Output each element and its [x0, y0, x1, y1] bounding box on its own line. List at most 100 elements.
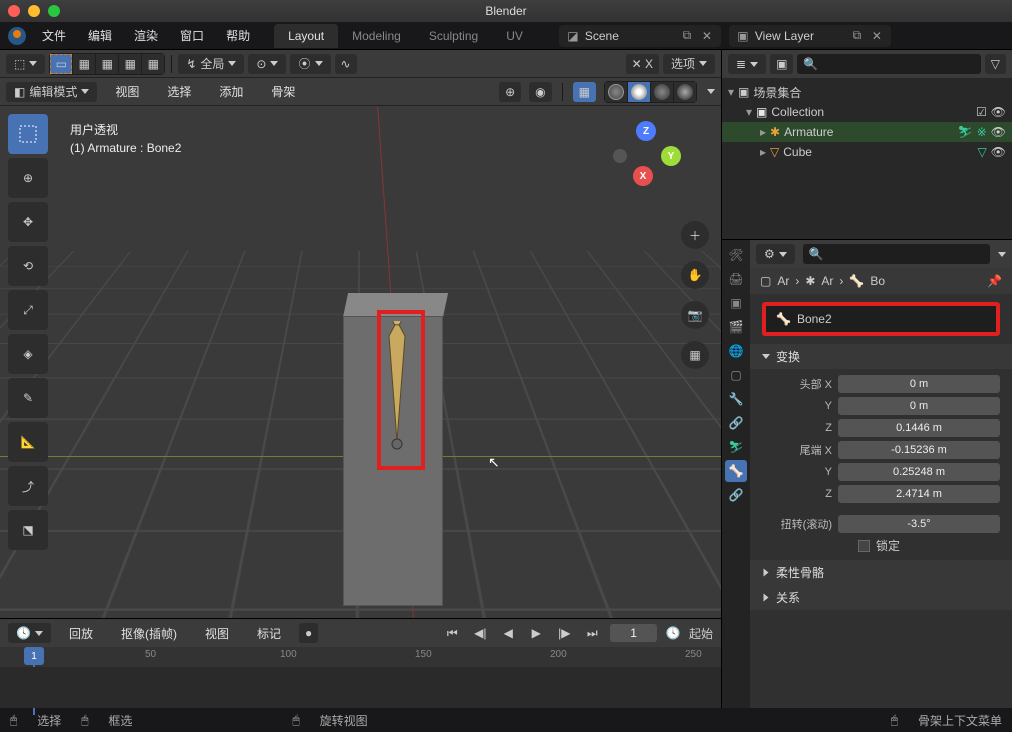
select-add-icon[interactable]: ▦ [73, 54, 95, 74]
tab-constraint-icon[interactable]: 🔗 [725, 412, 747, 434]
minimize-window-button[interactable] [28, 5, 40, 17]
measure-tool[interactable]: 📐 [8, 422, 48, 462]
clock-icon[interactable]: 🕓 [665, 625, 681, 641]
play-reverse-icon[interactable]: ◀ [498, 623, 518, 643]
keying-menu[interactable]: 抠像(插帧) [111, 621, 187, 646]
relations-panel-header[interactable]: 关系 [750, 585, 1012, 610]
viewlayer-selector[interactable]: ▣ ⧉ ✕ [729, 25, 891, 47]
lock-checkbox[interactable] [858, 540, 870, 552]
props-search[interactable]: 🔍 [803, 244, 990, 264]
tree-scene-collection[interactable]: ▾▣ 场景集合 [722, 82, 1012, 102]
cursor-tool[interactable]: ⊕ [8, 158, 48, 198]
pin-icon[interactable]: 📌 [987, 274, 1002, 288]
new-layer-icon[interactable]: ⧉ [849, 28, 865, 44]
tab-output-icon[interactable]: 🖨 [725, 268, 747, 290]
cursor-tool-icon[interactable]: ▭ [50, 54, 72, 74]
solid-shading-icon[interactable] [628, 82, 650, 102]
tl-view-menu[interactable]: 视图 [195, 621, 239, 646]
workspace-layout[interactable]: Layout [274, 24, 338, 48]
tab-viewlayer-icon[interactable]: ▣ [725, 292, 747, 314]
head-y-input[interactable]: 0 m [838, 397, 1000, 415]
close-window-button[interactable] [8, 5, 20, 17]
select-mode-buttons[interactable]: ▭ ▦ ▦ ▦ ▦ [49, 53, 165, 75]
add-menu[interactable]: 添加 [209, 79, 253, 104]
roll-input[interactable]: -3.5° [838, 515, 1000, 533]
jump-end-icon[interactable]: ⏭ [582, 623, 602, 643]
workspace-uv[interactable]: UV [492, 24, 537, 48]
armature-menu[interactable]: 骨架 [261, 79, 305, 104]
auto-key-toggle[interactable]: ● [299, 623, 318, 643]
props-options-icon[interactable] [998, 252, 1006, 257]
zoom-window-button[interactable] [48, 5, 60, 17]
shading-modes[interactable] [604, 81, 697, 103]
outliner-filter-icon[interactable]: ▽ [985, 54, 1006, 74]
play-icon[interactable]: ▶ [526, 623, 546, 643]
bendy-panel-header[interactable]: 柔性骨骼 [750, 560, 1012, 585]
playback-menu[interactable]: 回放 [59, 621, 103, 646]
armature-data-icon[interactable]: ※ [977, 125, 987, 139]
props-type-dropdown[interactable]: ⚙ [756, 244, 795, 264]
extrude-tool[interactable]: ⤴ [8, 466, 48, 506]
select-menu[interactable]: 选择 [157, 79, 201, 104]
head-z-input[interactable]: 0.1446 m [838, 419, 1000, 437]
timeline-ruler[interactable]: 1 50 100 150 200 250 [0, 647, 721, 667]
wireframe-shading-icon[interactable] [605, 82, 627, 102]
xray-toggle[interactable]: ▦ [573, 82, 596, 102]
tail-z-input[interactable]: 2.4714 m [838, 485, 1000, 503]
select-box-tool[interactable] [8, 114, 48, 154]
pivot-dropdown[interactable]: ⊙ [248, 54, 286, 74]
zoom-icon[interactable]: ＋ [681, 221, 709, 249]
prev-key-icon[interactable]: ◀| [470, 623, 490, 643]
tab-bone-icon[interactable]: 🦴 [725, 460, 747, 482]
eye-icon[interactable]: 👁 [991, 125, 1006, 139]
outliner-type-dropdown[interactable]: ≣ [728, 54, 766, 74]
view-menu[interactable]: 视图 [105, 79, 149, 104]
pan-icon[interactable]: ✋ [681, 261, 709, 289]
tree-cube[interactable]: ▸ ▽ Cube ▽ 👁 [722, 142, 1012, 162]
orientation-dropdown[interactable]: ↯全局 [178, 54, 244, 74]
tail-y-input[interactable]: 0.25248 m [838, 463, 1000, 481]
gizmo-neg-icon[interactable] [613, 149, 627, 163]
shading-dropdown-icon[interactable] [707, 89, 715, 94]
mesh-data-icon[interactable]: ▽ [978, 145, 987, 159]
move-tool[interactable]: ✥ [8, 202, 48, 242]
delete-scene-icon[interactable]: ✕ [699, 28, 715, 44]
delete-layer-icon[interactable]: ✕ [869, 28, 885, 44]
workspace-modeling[interactable]: Modeling [338, 24, 415, 48]
perspective-icon[interactable]: ▦ [681, 341, 709, 369]
outliner-display-dropdown[interactable]: ▣ [770, 54, 793, 74]
outliner-tree[interactable]: ▾▣ 场景集合 ▾ ▣ Collection ☑ 👁 ▸ ✱ Armature … [722, 78, 1012, 239]
proportional-edit-toggle[interactable]: ∿ [335, 54, 357, 74]
mirror-x-button[interactable]: ✕ X [626, 54, 659, 74]
eye-icon[interactable]: 👁 [991, 145, 1006, 159]
blender-logo-icon[interactable] [8, 27, 26, 45]
options-dropdown[interactable]: 选项 [663, 54, 715, 74]
gizmo-y-icon[interactable]: Y [661, 146, 681, 166]
viewlayer-name-input[interactable] [755, 29, 845, 43]
tree-armature[interactable]: ▸ ✱ Armature ⛷ ※ 👁 [722, 122, 1012, 142]
scene-name-input[interactable] [585, 29, 675, 43]
head-x-input[interactable]: 0 m [838, 375, 1000, 393]
editor-type-dropdown[interactable]: ⬚ [6, 54, 45, 74]
scene-selector[interactable]: ◪ ⧉ ✕ [559, 25, 721, 47]
tab-render-icon[interactable]: 🛠 [725, 244, 747, 266]
pose-icon[interactable]: ⛷ [957, 125, 972, 139]
tail-x-input[interactable]: -0.15236 m [838, 441, 1000, 459]
gizmo-z-icon[interactable]: Z [636, 121, 656, 141]
menu-render[interactable]: 渲染 [124, 23, 168, 48]
gizmo-x-icon[interactable]: X [633, 166, 653, 186]
playhead[interactable]: 1 [24, 647, 44, 665]
props-search-input[interactable] [824, 247, 984, 261]
overlay-toggle[interactable]: ◉ [529, 82, 551, 102]
tab-world-icon[interactable]: 🌐 [725, 340, 747, 362]
next-key-icon[interactable]: |▶ [554, 623, 574, 643]
tab-boneconstraint-icon[interactable]: 🔗 [725, 484, 747, 506]
timeline-type-dropdown[interactable]: 🕓 [8, 623, 51, 643]
timeline-track[interactable] [0, 667, 721, 708]
tab-scene-icon[interactable]: 🎬 [725, 316, 747, 338]
3d-viewport[interactable]: ↖ 用户透视 (1) Armature : Bone2 Z Y X ＋ ✋ 📷 … [0, 106, 721, 618]
nav-gizmo[interactable]: Z Y X [611, 121, 681, 191]
new-scene-icon[interactable]: ⧉ [679, 28, 695, 44]
bone-name-field[interactable]: 🦴 Bone2 [762, 302, 1000, 336]
select-invert-icon[interactable]: ▦ [119, 54, 141, 74]
